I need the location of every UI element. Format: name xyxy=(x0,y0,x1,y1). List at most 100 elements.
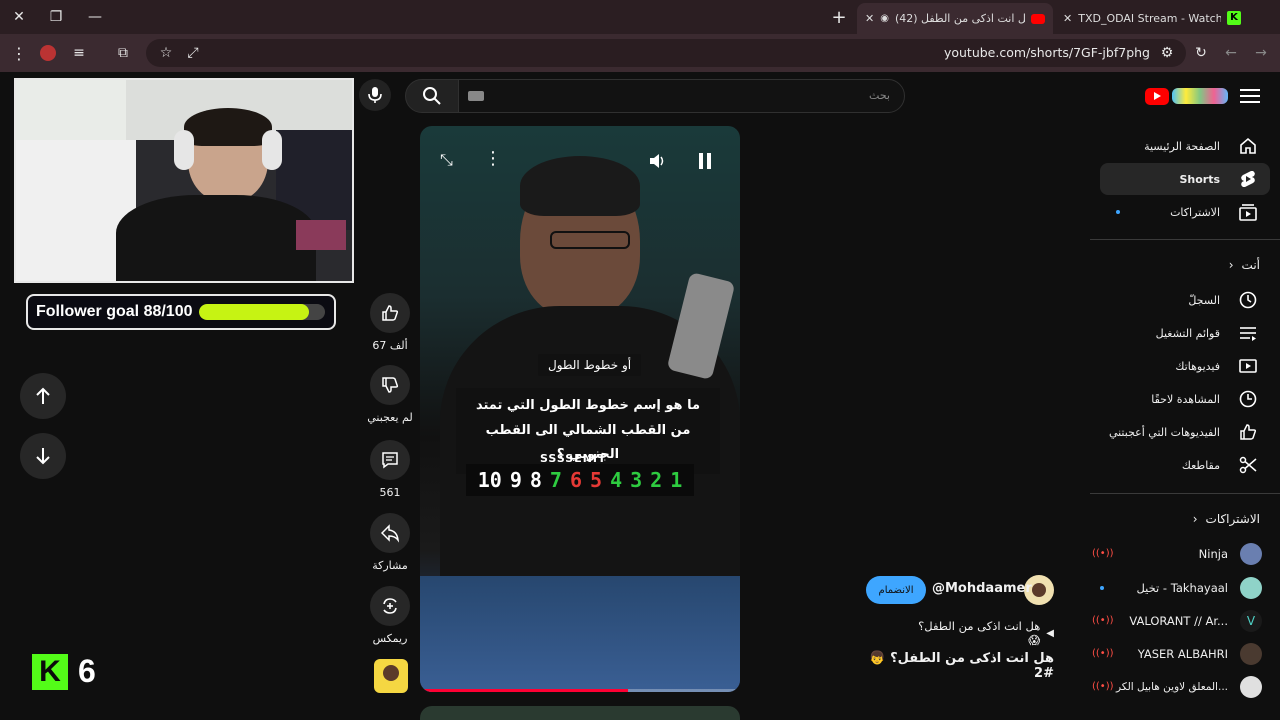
subscription-yaser-albahri[interactable]: ((•)) YASER ALBAHRI xyxy=(1092,638,1262,670)
restore-window-icon[interactable]: ❐ xyxy=(45,6,67,28)
dislike-button[interactable] xyxy=(370,365,410,405)
you-section-header[interactable]: › أنت xyxy=(1229,258,1260,272)
tab-close-icon[interactable]: ✕ xyxy=(865,12,874,25)
url-text[interactable]: youtube.com/shorts/7GF-jbf7phg xyxy=(700,45,1150,60)
search-input[interactable]: بحث xyxy=(458,79,905,113)
chevron-left-icon: › xyxy=(1192,512,1198,526)
sidebar-item-watch-later[interactable]: المشاهدة لاحقًا xyxy=(1100,383,1270,415)
volume-button[interactable] xyxy=(644,148,670,174)
sound-thumbnail[interactable] xyxy=(374,659,408,693)
subscription-name: YASER ALBAHRI xyxy=(1137,647,1228,661)
next-short-button[interactable] xyxy=(20,433,66,479)
tab-youtube-short[interactable]: ✕ ◉ (42) هل انت اذكى من الطفل xyxy=(857,3,1053,34)
keyboard-icon[interactable] xyxy=(468,91,484,101)
avatar: V xyxy=(1240,610,1262,632)
subscription-takhayaal[interactable]: تخيل - Takhayaal xyxy=(1092,572,1262,604)
reload-icon[interactable]: ↻ xyxy=(1190,42,1212,64)
divider xyxy=(1090,239,1280,240)
close-window-icon[interactable]: ✕ xyxy=(8,6,30,28)
tab-title: TXD_ODAI Stream - Watch Live xyxy=(1078,11,1221,25)
share-label: مشاركة xyxy=(372,559,408,572)
shorts-video-player[interactable]: ⤡ ⋮ أو خطوط الطول ما هو إسم خطوط الطول ا… xyxy=(420,126,740,692)
next-short-preview[interactable] xyxy=(420,706,740,720)
subscription-valorant[interactable]: ((•)) VALORANT // Ar... V xyxy=(1092,605,1262,637)
pause-button[interactable] xyxy=(692,148,718,174)
comment-count: 561 xyxy=(379,486,401,499)
dislike-action[interactable]: لم يعجبني xyxy=(367,365,413,424)
extension-avatar-icon[interactable] xyxy=(37,42,59,64)
comments-action[interactable]: 561 xyxy=(370,440,410,499)
kick-favicon-icon: K xyxy=(1227,11,1241,25)
liked-icon xyxy=(1236,420,1260,444)
subscriptions-section-header[interactable]: › الاشتراكات xyxy=(1193,512,1260,526)
sidebar-item-history[interactable]: السجلّ xyxy=(1100,284,1270,316)
video-title: هل انت اذكى من الطفل؟ 👦 #2 xyxy=(869,651,1054,681)
scissors-icon xyxy=(1236,453,1260,477)
remix-button[interactable] xyxy=(370,586,410,626)
sidebar-item-label: السجلّ xyxy=(1188,293,1220,307)
play-icon: ◀ xyxy=(1046,627,1054,639)
sidebar-item-label: مقاطعك xyxy=(1181,458,1220,472)
channel-handle[interactable]: @Mohdaamer xyxy=(932,581,1032,596)
site-settings-icon[interactable]: ⚙ xyxy=(1156,42,1178,64)
extensions-icon[interactable]: ⧉ xyxy=(112,42,134,64)
like-count: 67 ألف xyxy=(372,339,408,352)
doodle-icon xyxy=(1172,88,1228,104)
new-content-dot xyxy=(1100,586,1104,590)
shorts-icon xyxy=(1236,167,1260,191)
live-indicator-icon: ((•)) xyxy=(1092,548,1114,559)
volume-icon xyxy=(650,154,664,168)
sidebar-item-home[interactable]: الصفحة الرئيسية xyxy=(1100,130,1270,162)
minimize-window-icon[interactable]: — xyxy=(84,6,106,28)
youtube-logo[interactable] xyxy=(1145,85,1231,107)
more-options-icon[interactable]: ⋮ xyxy=(484,148,502,169)
share-button[interactable] xyxy=(370,513,410,553)
install-app-icon[interactable]: ⤢ xyxy=(182,42,204,64)
sidebar-item-playlists[interactable]: قوائم التشغيل xyxy=(1100,317,1270,349)
subscription-name: VALORANT // Ar... xyxy=(1129,614,1228,628)
voice-search-button[interactable] xyxy=(359,79,391,111)
like-action[interactable]: 67 ألف xyxy=(370,293,410,352)
sidebar-item-shorts[interactable]: Shorts xyxy=(1100,163,1270,195)
tab-title: (42) هل انت اذكى من الطفل xyxy=(894,12,1025,25)
menu-kebab-icon[interactable]: ⋮ xyxy=(8,42,30,64)
home-icon xyxy=(1236,134,1260,158)
subscriptions-icon xyxy=(1236,200,1260,224)
youtube-favicon-icon xyxy=(1031,13,1045,24)
playlists-icon xyxy=(1236,321,1260,345)
reading-list-icon[interactable]: ≡ xyxy=(68,42,90,64)
live-indicator-icon: ((•)) xyxy=(1092,681,1114,692)
subscription-commentator[interactable]: ((•)) المعلق لاوين هابيل الكر... xyxy=(1092,671,1262,703)
video-progress-track[interactable] xyxy=(420,689,740,692)
back-icon[interactable]: → xyxy=(1250,42,1272,64)
sidebar-item-liked-videos[interactable]: الفيديوهات التي أعجبتني xyxy=(1100,416,1270,448)
remix-action[interactable]: ريمكس xyxy=(370,586,410,645)
video-description[interactable]: ◀ هل انت اذكى من الطفل؟ 😱 xyxy=(912,619,1054,647)
subscription-ninja[interactable]: ((•)) Ninja xyxy=(1092,538,1262,570)
like-button[interactable] xyxy=(370,293,410,333)
search-button[interactable] xyxy=(405,79,459,113)
pause-icon xyxy=(699,153,711,169)
avatar xyxy=(1240,676,1262,698)
forward-icon[interactable]: ← xyxy=(1220,42,1242,64)
bookmark-star-icon[interactable]: ☆ xyxy=(155,42,177,64)
previous-short-button[interactable] xyxy=(20,373,66,419)
sidebar-item-label: الاشتراكات xyxy=(1170,205,1220,219)
sidebar-item-subscriptions[interactable]: الاشتراكات xyxy=(1100,196,1270,228)
countdown-digit: 10 xyxy=(477,468,502,492)
join-button[interactable]: الانضمام xyxy=(866,576,926,604)
comments-button[interactable] xyxy=(370,440,410,480)
countdown-digit: 7 xyxy=(549,468,562,492)
share-action[interactable]: مشاركة xyxy=(370,513,410,572)
new-tab-icon[interactable]: + xyxy=(828,6,850,28)
video-jeans xyxy=(420,576,740,692)
sidebar-item-clips[interactable]: مقاطعك xyxy=(1100,449,1270,481)
fullscreen-icon[interactable]: ⤡ xyxy=(440,150,453,170)
countdown-digit: 9 xyxy=(509,468,522,492)
tab-close-icon[interactable]: ✕ xyxy=(1063,12,1072,25)
tab-kick-stream[interactable]: ✕ TXD_ODAI Stream - Watch Live K xyxy=(1055,5,1249,31)
sidebar-item-your-videos[interactable]: فيديوهاتك xyxy=(1100,350,1270,382)
avatar xyxy=(1240,643,1262,665)
hamburger-menu-icon[interactable] xyxy=(1240,86,1260,106)
search-icon xyxy=(423,87,441,105)
